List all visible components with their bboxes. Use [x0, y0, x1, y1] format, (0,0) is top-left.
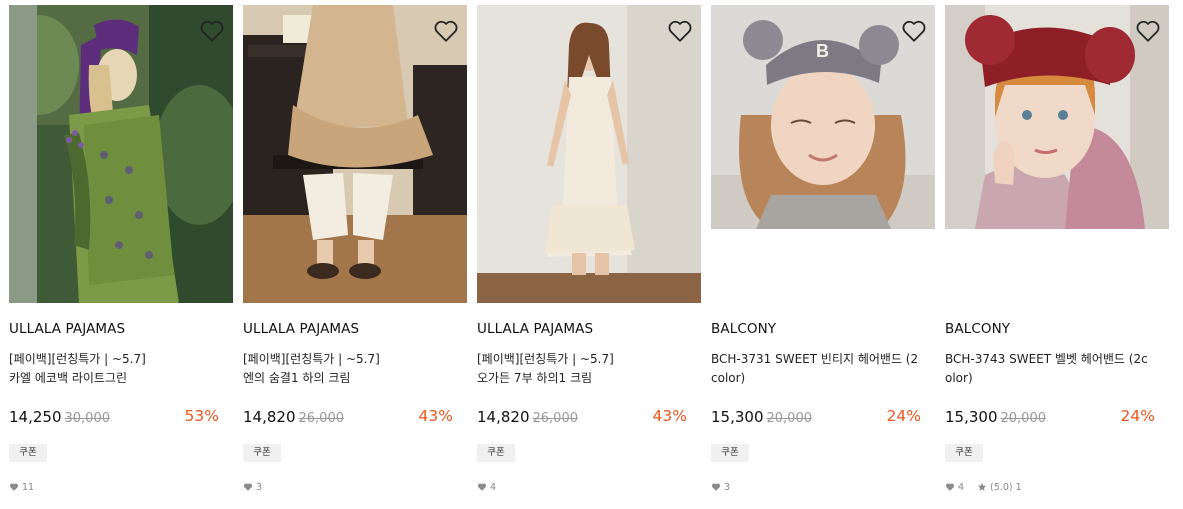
brand-name[interactable]: ULLALA PAJAMAS: [243, 321, 359, 337]
sale-price: 14,250: [9, 408, 62, 426]
sale-price: 15,300: [945, 408, 998, 426]
like-count: 4: [958, 481, 965, 493]
product-name[interactable]: [페이백][런칭특가 | ~5.7] 엔의 숨결1 하의 크림: [243, 350, 459, 388]
heart-icon: [477, 483, 487, 491]
rating-score: (5.0): [990, 481, 1013, 493]
brand-name[interactable]: BALCONY: [945, 321, 1010, 337]
product-meta: 11: [9, 480, 34, 494]
product-grid: ULLALA PAJAMAS [페이백][런칭특가 | ~5.7] 카엘 에코백…: [9, 5, 1175, 505]
price-row: 14,820 26,000 43%: [243, 407, 453, 429]
price-row: 15,300 20,000 24%: [711, 407, 921, 429]
sale-price: 14,820: [477, 408, 530, 426]
product-card[interactable]: ULLALA PAJAMAS [페이백][런칭특가 | ~5.7] 엔의 숨결1…: [243, 5, 467, 505]
discount-rate: 53%: [184, 407, 219, 425]
wishlist-heart-icon[interactable]: [1135, 19, 1161, 43]
product-card[interactable]: BALCONY BCH-3743 SWEET 벨벳 헤어밴드 (2c olor)…: [945, 5, 1169, 505]
product-name[interactable]: [페이백][런칭특가 | ~5.7] 오가든 7부 하의1 크림: [477, 350, 693, 388]
product-image[interactable]: [9, 5, 233, 303]
price-row: 14,250 30,000 53%: [9, 407, 219, 429]
product-name-line: 엔의 숨결1 하의 크림: [243, 371, 351, 385]
discount-rate: 43%: [418, 407, 453, 425]
product-image[interactable]: [243, 5, 467, 303]
product-name-line: [페이백][런칭특가 | ~5.7]: [477, 352, 614, 366]
price-row: 15,300 20,000 24%: [945, 407, 1155, 429]
like-count: 3: [256, 481, 263, 493]
product-image[interactable]: B: [711, 5, 935, 229]
product-image[interactable]: [477, 5, 701, 303]
original-price: 20,000: [1000, 411, 1047, 426]
heart-icon: [711, 483, 721, 491]
review-count: 1: [1015, 481, 1022, 493]
product-image[interactable]: [945, 5, 1169, 229]
wishlist-heart-icon[interactable]: [199, 19, 225, 43]
product-name-line: olor): [945, 371, 973, 385]
coupon-badge: 쿠폰: [243, 444, 281, 462]
product-card[interactable]: B BALCONY BCH-3731 SWEET 빈티지 헤어밴드 (2 col…: [711, 5, 935, 505]
product-meta: 3: [243, 480, 262, 494]
product-photo: [243, 5, 467, 303]
brand-name[interactable]: BALCONY: [711, 321, 776, 337]
coupon-badge: 쿠폰: [711, 444, 749, 462]
original-price: 30,000: [64, 411, 111, 426]
sale-price: 15,300: [711, 408, 764, 426]
heart-icon: [243, 483, 253, 491]
product-name[interactable]: BCH-3731 SWEET 빈티지 헤어밴드 (2 color): [711, 350, 927, 388]
discount-rate: 24%: [1120, 407, 1155, 425]
product-name-line: [페이백][런칭특가 | ~5.7]: [243, 352, 380, 366]
product-name-line: BCH-3731 SWEET 빈티지 헤어밴드 (2: [711, 352, 919, 366]
product-card[interactable]: ULLALA PAJAMAS [페이백][런칭특가 | ~5.7] 카엘 에코백…: [9, 5, 233, 505]
star-icon: [977, 482, 987, 491]
coupon-badge: 쿠폰: [477, 444, 515, 462]
sale-price: 14,820: [243, 408, 296, 426]
product-photo: [477, 5, 701, 303]
product-name[interactable]: BCH-3743 SWEET 벨벳 헤어밴드 (2c olor): [945, 350, 1161, 388]
product-card[interactable]: ULLALA PAJAMAS [페이백][런칭특가 | ~5.7] 오가든 7부…: [477, 5, 701, 505]
original-price: 20,000: [766, 411, 813, 426]
product-name-line: 카엘 에코백 라이트그린: [9, 371, 128, 385]
brand-name[interactable]: ULLALA PAJAMAS: [477, 321, 593, 337]
coupon-badge: 쿠폰: [9, 444, 47, 462]
wishlist-heart-icon[interactable]: [433, 19, 459, 43]
product-photo: [9, 5, 233, 303]
discount-rate: 43%: [652, 407, 687, 425]
price-row: 14,820 26,000 43%: [477, 407, 687, 429]
product-meta: 4 (5.0) 1: [945, 480, 1022, 494]
original-price: 26,000: [298, 411, 345, 426]
like-count: 3: [724, 481, 731, 493]
product-name-line: BCH-3743 SWEET 벨벳 헤어밴드 (2c: [945, 352, 1148, 366]
brand-name[interactable]: ULLALA PAJAMAS: [9, 321, 125, 337]
product-name-line: [페이백][런칭특가 | ~5.7]: [9, 352, 146, 366]
product-meta: 4: [477, 480, 496, 494]
original-price: 26,000: [532, 411, 579, 426]
wishlist-heart-icon[interactable]: [901, 19, 927, 43]
product-name-line: 오가든 7부 하의1 크림: [477, 371, 593, 385]
heart-icon: [9, 483, 19, 491]
like-count: 11: [22, 481, 35, 493]
product-name[interactable]: [페이백][런칭특가 | ~5.7] 카엘 에코백 라이트그린: [9, 350, 225, 388]
discount-rate: 24%: [886, 407, 921, 425]
coupon-badge: 쿠폰: [945, 444, 983, 462]
product-meta: 3: [711, 480, 730, 494]
product-name-line: color): [711, 371, 746, 385]
like-count: 4: [490, 481, 497, 493]
wishlist-heart-icon[interactable]: [667, 19, 693, 43]
svg-text:B: B: [816, 41, 829, 61]
heart-icon: [945, 483, 955, 491]
